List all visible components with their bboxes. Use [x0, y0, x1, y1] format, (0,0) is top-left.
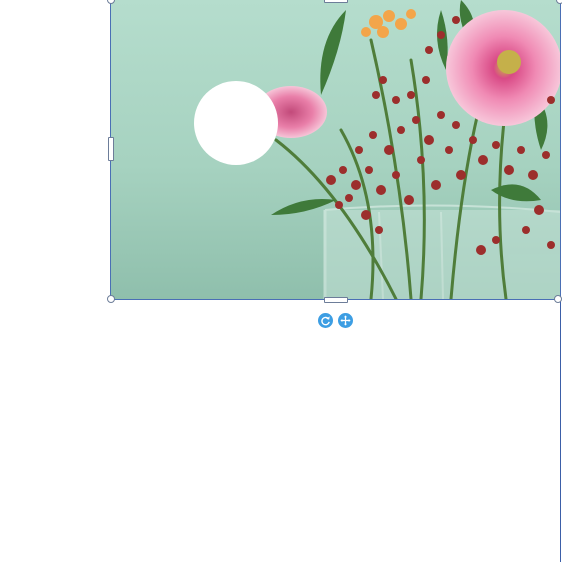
gerbera-flower [446, 10, 560, 126]
resize-handle-top[interactable] [324, 0, 348, 3]
rotate-icon [321, 316, 330, 326]
rotate-button[interactable] [318, 313, 333, 328]
resize-handle-left[interactable] [108, 137, 114, 161]
move-icon [340, 315, 351, 326]
page-right-edge [560, 300, 561, 562]
move-button[interactable] [338, 313, 353, 328]
editor-canvas [0, 0, 562, 562]
resize-handle-bottom-right[interactable] [554, 295, 562, 303]
resize-handle-bottom-left[interactable] [107, 295, 115, 303]
resize-handle-top-right[interactable] [556, 0, 562, 4]
selected-image[interactable] [110, 0, 561, 300]
resize-handle-bottom[interactable] [324, 297, 348, 303]
glass-vase [323, 204, 560, 299]
page-right-edge-upper [560, 0, 561, 300]
flower-photo [111, 0, 560, 299]
